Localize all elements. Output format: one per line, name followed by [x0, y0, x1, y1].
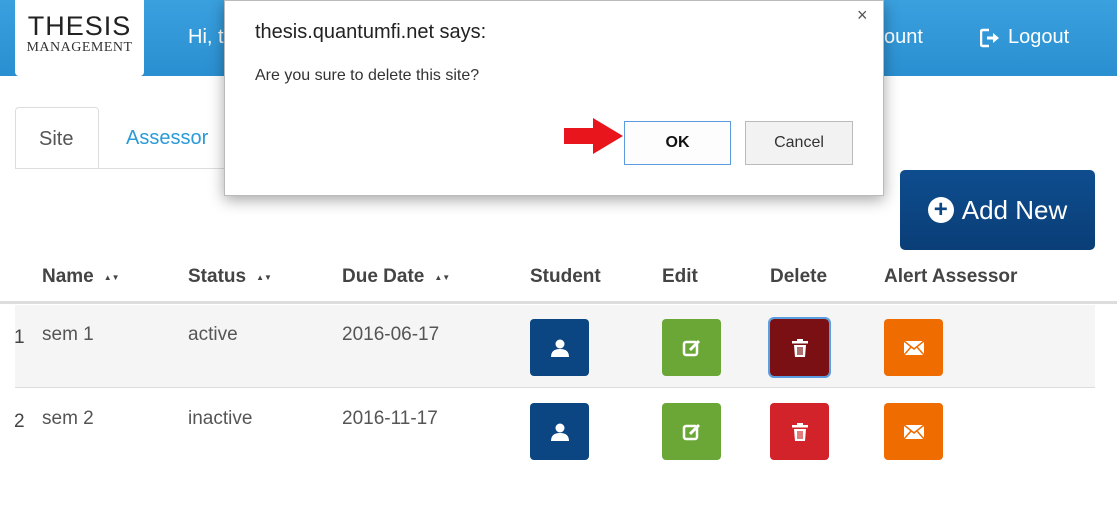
site-name: sem 2	[42, 408, 94, 429]
greeting: Hi, t	[188, 26, 224, 48]
row-number: 1	[14, 327, 25, 348]
logo-title: THESIS	[27, 11, 132, 41]
site-name: sem 1	[42, 324, 94, 345]
column-header-status[interactable]: Status ▲▼	[188, 266, 272, 288]
column-label: Status	[188, 266, 247, 287]
column-header-delete: Delete	[770, 266, 828, 287]
dialog-title: thesis.quantumfi.net says:	[255, 21, 487, 43]
site-status: active	[188, 324, 238, 345]
edit-icon	[682, 423, 700, 440]
sort-icon: ▲▼	[256, 272, 272, 282]
logout-label: Logout	[1008, 26, 1070, 48]
logo-subtitle: MANAGEMENT	[26, 40, 133, 55]
delete-button[interactable]	[770, 403, 829, 460]
dialog-message: Are you sure to delete this site?	[255, 67, 480, 84]
student-button[interactable]	[530, 319, 589, 376]
site-due-date: 2016-06-17	[342, 324, 440, 345]
tabs-divider	[15, 168, 240, 169]
plus-circle-icon: +	[927, 197, 954, 223]
column-header-edit: Edit	[662, 266, 698, 287]
tab-assessor[interactable]: Assessor	[103, 107, 231, 169]
logout-icon	[980, 28, 999, 47]
alert-assessor-button[interactable]	[884, 319, 943, 376]
column-label: Due Date	[342, 266, 425, 287]
row-number: 2	[14, 411, 25, 432]
logout-link[interactable]: Logout	[980, 26, 1069, 49]
add-new-button[interactable]: + Add New	[900, 170, 1095, 250]
tab-site[interactable]: Site	[15, 107, 99, 169]
logo[interactable]: THESIS MANAGEMENT	[15, 0, 144, 76]
student-button[interactable]	[530, 403, 589, 460]
user-icon	[550, 423, 569, 441]
site-due-date: 2016-11-17	[342, 408, 438, 429]
delete-button[interactable]	[768, 317, 831, 378]
red-arrow-icon	[564, 118, 623, 154]
envelope-icon	[902, 423, 925, 439]
column-header-alert-assessor: Alert Assessor	[884, 266, 1018, 287]
envelope-icon	[902, 339, 925, 355]
site-status: inactive	[188, 408, 253, 429]
confirm-dialog: thesis.quantumfi.net says: × Are you sur…	[224, 0, 884, 196]
table-row: 2 sem 2 inactive 2016-11-17	[14, 389, 1095, 472]
column-header-name[interactable]: Name ▲▼	[42, 266, 120, 288]
column-header-student: Student	[530, 266, 601, 287]
edit-button[interactable]	[662, 319, 721, 376]
column-header-due-date[interactable]: Due Date ▲▼	[342, 266, 450, 288]
table-header: Name ▲▼ Status ▲▼ Due Date ▲▼ Student Ed…	[0, 266, 1117, 304]
alert-assessor-button[interactable]	[884, 403, 943, 460]
ok-button[interactable]: OK	[624, 121, 731, 165]
cancel-button[interactable]: Cancel	[745, 121, 853, 165]
column-label: Name	[42, 266, 94, 287]
sort-icon: ▲▼	[103, 272, 120, 282]
sort-icon: ▲▼	[434, 272, 451, 282]
edit-button[interactable]	[662, 403, 721, 460]
user-icon	[550, 339, 569, 357]
table-row: 1 sem 1 active 2016-06-17	[14, 305, 1095, 388]
close-icon[interactable]: ×	[857, 5, 868, 26]
add-new-label: Add New	[961, 194, 1068, 225]
trash-icon	[791, 422, 808, 441]
trash-icon	[791, 338, 808, 357]
edit-icon	[682, 339, 700, 356]
